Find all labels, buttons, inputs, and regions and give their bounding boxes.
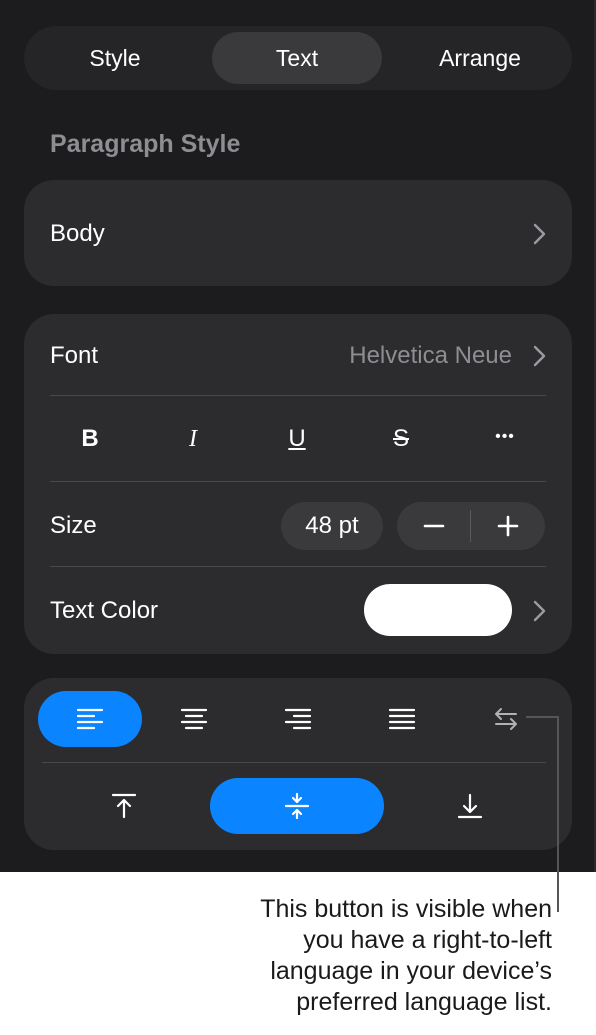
align-center-button[interactable]	[142, 691, 246, 747]
text-color-label: Text Color	[50, 597, 159, 624]
divider	[50, 481, 546, 482]
align-top-button[interactable]	[38, 778, 210, 834]
divider	[42, 762, 546, 763]
align-justify-button[interactable]	[350, 691, 454, 747]
callout-leader-line	[526, 716, 559, 718]
callout-line: preferred language list.	[296, 988, 552, 1016]
callout-line: you have a right-to-left	[303, 926, 552, 954]
font-value[interactable]: Helvetica Neue	[349, 342, 512, 370]
callout-line: This button is visible when	[260, 895, 552, 923]
align-left-button[interactable]	[38, 691, 142, 747]
align-middle-button[interactable]	[210, 778, 384, 834]
bold-button[interactable]: B	[60, 414, 120, 464]
align-top-icon	[111, 793, 137, 819]
font-size-stepper	[397, 502, 545, 550]
font-size-field[interactable]: 48 pt	[281, 502, 383, 550]
divider	[50, 395, 546, 396]
text-color-swatch[interactable]	[364, 584, 512, 636]
align-bottom-button[interactable]	[384, 778, 556, 834]
callout-line: language in your device’s	[270, 957, 552, 985]
align-bottom-icon	[457, 793, 483, 819]
chevron-right-icon[interactable]	[527, 344, 551, 368]
tab-arrange[interactable]: Arrange	[388, 32, 572, 84]
callout-leader-line	[557, 716, 559, 912]
callout-text: This button is visible when you have a r…	[132, 894, 552, 1018]
minus-icon	[423, 524, 445, 528]
tab-bar: Style Text Arrange	[24, 26, 572, 90]
align-right-icon	[284, 708, 312, 730]
align-justify-icon	[388, 708, 416, 730]
rtl-direction-button[interactable]	[454, 691, 558, 747]
font-label: Font	[50, 342, 99, 369]
align-middle-icon	[284, 792, 310, 820]
paragraph-style-value: Body	[50, 220, 105, 247]
align-center-icon	[180, 708, 208, 730]
size-label: Size	[50, 512, 97, 539]
divider	[50, 566, 546, 567]
italic-button[interactable]: I	[163, 414, 223, 464]
align-right-button[interactable]	[246, 691, 350, 747]
chevron-right-icon[interactable]	[527, 599, 551, 623]
underline-button[interactable]: U	[267, 414, 327, 464]
plus-icon	[497, 515, 519, 537]
chevron-right-icon	[527, 222, 551, 246]
decrease-size-button[interactable]	[397, 502, 471, 550]
text-direction-icon	[495, 708, 517, 730]
more-options-button[interactable]: •••	[475, 412, 535, 462]
tab-text[interactable]: Text	[212, 32, 382, 84]
format-panel: Style Text Arrange Paragraph Style Body …	[0, 0, 596, 872]
strikethrough-button[interactable]: S	[371, 414, 431, 464]
tab-style[interactable]: Style	[24, 32, 206, 84]
paragraph-style-row[interactable]: Body	[24, 180, 572, 286]
paragraph-style-heading: Paragraph Style	[50, 130, 241, 158]
increase-size-button[interactable]	[471, 502, 545, 550]
align-left-icon	[76, 708, 104, 730]
